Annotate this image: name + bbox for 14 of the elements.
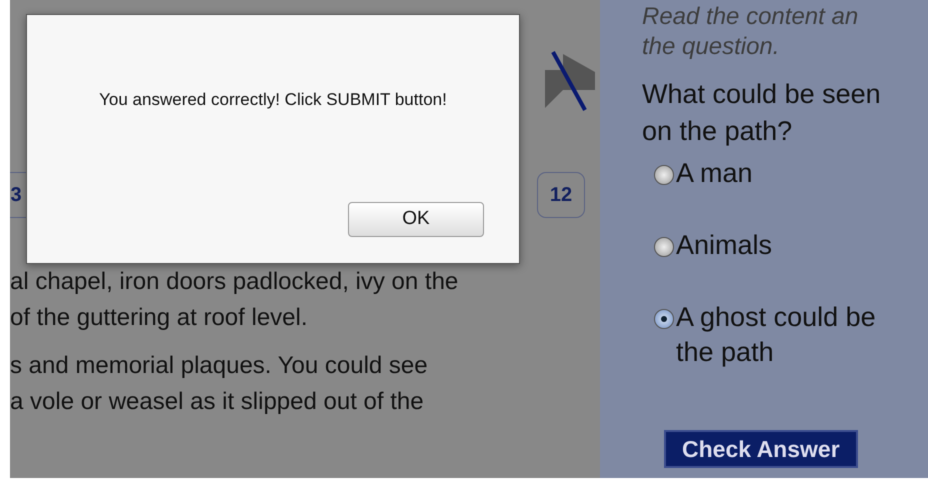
radio-button[interactable] [654,165,674,185]
instructions-text: Read the content an the question. [642,2,860,62]
page-button[interactable]: 12 [537,172,585,218]
option-label[interactable]: A ghost could be the path [676,300,876,370]
ok-button[interactable]: OK [348,202,484,237]
radio-button[interactable] [654,237,674,257]
option-label[interactable]: A man [676,156,753,191]
passage-paragraph: s and memorial plaques. You could see a vole or weasel as it slipped out of the [10,351,429,417]
radio-button[interactable] [654,309,674,329]
check-answer-button[interactable]: Check Answer [664,430,858,468]
option-label[interactable]: Animals [676,228,772,263]
dialog-message: You answered correctly! Click SUBMIT button! [99,89,447,111]
passage-paragraph: al chapel, iron doors padlocked, ivy on the of the guttering at roof level. [10,267,460,333]
question-text: What could be seen on the path? [642,78,882,148]
